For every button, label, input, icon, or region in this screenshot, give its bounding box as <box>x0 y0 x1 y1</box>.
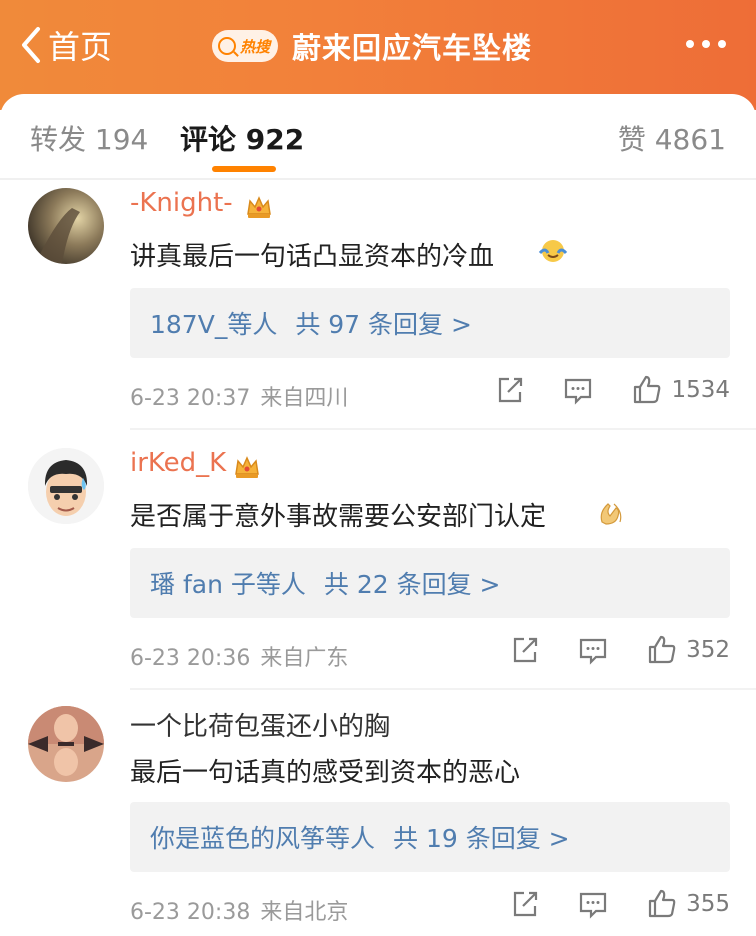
like-count: 352 <box>686 637 730 663</box>
thumbs-up-icon <box>648 889 676 918</box>
more-options-icon[interactable] <box>686 40 726 48</box>
crown-badge-icon <box>247 196 271 218</box>
comment-text: 讲真最后一句话凸显资本的冷血 <box>130 242 495 272</box>
comment-icon <box>579 638 607 665</box>
reply-button[interactable] <box>563 375 593 405</box>
crown-badge-icon <box>235 456 259 478</box>
comment-username[interactable]: 一个比荷包蛋还小的胸 <box>130 706 390 743</box>
tab-bar: 转发 194 评论 922 赞 4861 <box>0 94 756 178</box>
active-tab-indicator <box>212 166 276 172</box>
comment-username[interactable]: irKed_K <box>130 448 226 478</box>
hot-search-title[interactable]: 热搜 蔚来回应汽车坠楼 <box>212 26 532 66</box>
share-button[interactable] <box>495 375 525 405</box>
thumbs-up-icon <box>634 375 661 404</box>
comment-username[interactable]: -Knight- <box>130 188 233 218</box>
comment-icon <box>565 378 592 405</box>
divider <box>0 178 756 180</box>
emoji-icon <box>600 503 622 525</box>
divider <box>130 428 756 430</box>
comment-time: 6-23 20:37 <box>130 386 251 411</box>
comment-meta: 6-23 20:37 来自四川 <box>130 380 348 412</box>
like-count: 355 <box>686 891 730 917</box>
share-icon <box>513 637 538 663</box>
avatar[interactable] <box>28 188 104 264</box>
reply-count: 共 22 条回复 > <box>323 570 501 599</box>
comment-item: 一个比荷包蛋还小的胸 最后一句话真的感受到资本的恶心 你是蓝色的风筝等人 共 1… <box>0 706 756 936</box>
page-title: 蔚来回应汽车坠楼 <box>292 31 533 65</box>
reply-users: 187V_等人 <box>150 310 278 339</box>
reply-summary[interactable]: 你是蓝色的风筝等人 共 19 条回复 > <box>130 802 730 872</box>
comment-actions: 1534 <box>495 374 730 406</box>
reply-count: 共 19 条回复 > <box>393 824 570 853</box>
comment-location: 来自北京 <box>260 900 349 925</box>
chevron-left-icon <box>22 27 40 63</box>
hot-search-badge: 热搜 <box>212 30 279 62</box>
reply-count: 共 97 条回复 > <box>295 310 472 339</box>
comment-text: 最后一句话真的感受到资本的恶心 <box>130 758 521 788</box>
like-button[interactable]: 1534 <box>631 374 730 406</box>
comment-meta: 6-23 20:36 来自广东 <box>130 640 348 672</box>
comment-meta: 6-23 20:38 来自北京 <box>130 894 348 926</box>
comment-time: 6-23 20:38 <box>130 900 251 925</box>
comment-actions: 352 <box>510 634 730 666</box>
reply-users: 你是蓝色的风筝等人 <box>150 824 376 853</box>
comment-text: 是否属于意外事故需要公安部门认定 <box>130 502 547 532</box>
reply-button[interactable] <box>578 635 608 665</box>
avatar[interactable] <box>28 706 104 782</box>
back-button[interactable]: 首页 <box>20 22 112 68</box>
comment-location: 来自四川 <box>260 386 349 411</box>
comment-icon <box>579 892 607 919</box>
like-count: 1534 <box>671 377 730 403</box>
share-icon <box>513 891 538 917</box>
share-icon <box>499 377 523 403</box>
reply-summary[interactable]: 璠 fan 子等人 共 22 条回复 > <box>130 548 730 618</box>
avatar[interactable] <box>28 448 104 524</box>
reply-summary[interactable]: 187V_等人 共 97 条回复 > <box>130 288 730 358</box>
like-button[interactable]: 352 <box>646 634 730 666</box>
avatar-image <box>28 448 104 524</box>
comments-panel: 转发 194 评论 922 赞 4861 -Knight- 讲真最后一句话凸显资… <box>0 94 756 936</box>
comment-location: 来自广东 <box>260 646 349 671</box>
hot-badge-label: 热搜 <box>240 37 271 56</box>
thumbs-up-icon <box>648 635 676 664</box>
avatar-image <box>28 706 104 782</box>
share-button[interactable] <box>510 635 540 665</box>
share-button[interactable] <box>510 889 540 919</box>
comment-item: irKed_K 是否属于意外事故需要公安部门认定 璠 fan 子等人 共 22 … <box>0 448 756 708</box>
search-icon <box>218 37 236 55</box>
reply-button[interactable] <box>578 889 608 919</box>
comment-time: 6-23 20:36 <box>130 646 251 671</box>
back-label: 首页 <box>48 28 113 66</box>
comment-actions: 355 <box>510 888 730 920</box>
tab-like[interactable]: 赞 4861 <box>618 118 726 158</box>
emoji-icon <box>538 240 568 262</box>
avatar-image <box>28 188 104 264</box>
like-button[interactable]: 355 <box>646 888 730 920</box>
reply-users: 璠 fan 子等人 <box>150 570 306 599</box>
divider <box>130 688 756 690</box>
tab-repost[interactable]: 转发 194 <box>30 118 148 158</box>
